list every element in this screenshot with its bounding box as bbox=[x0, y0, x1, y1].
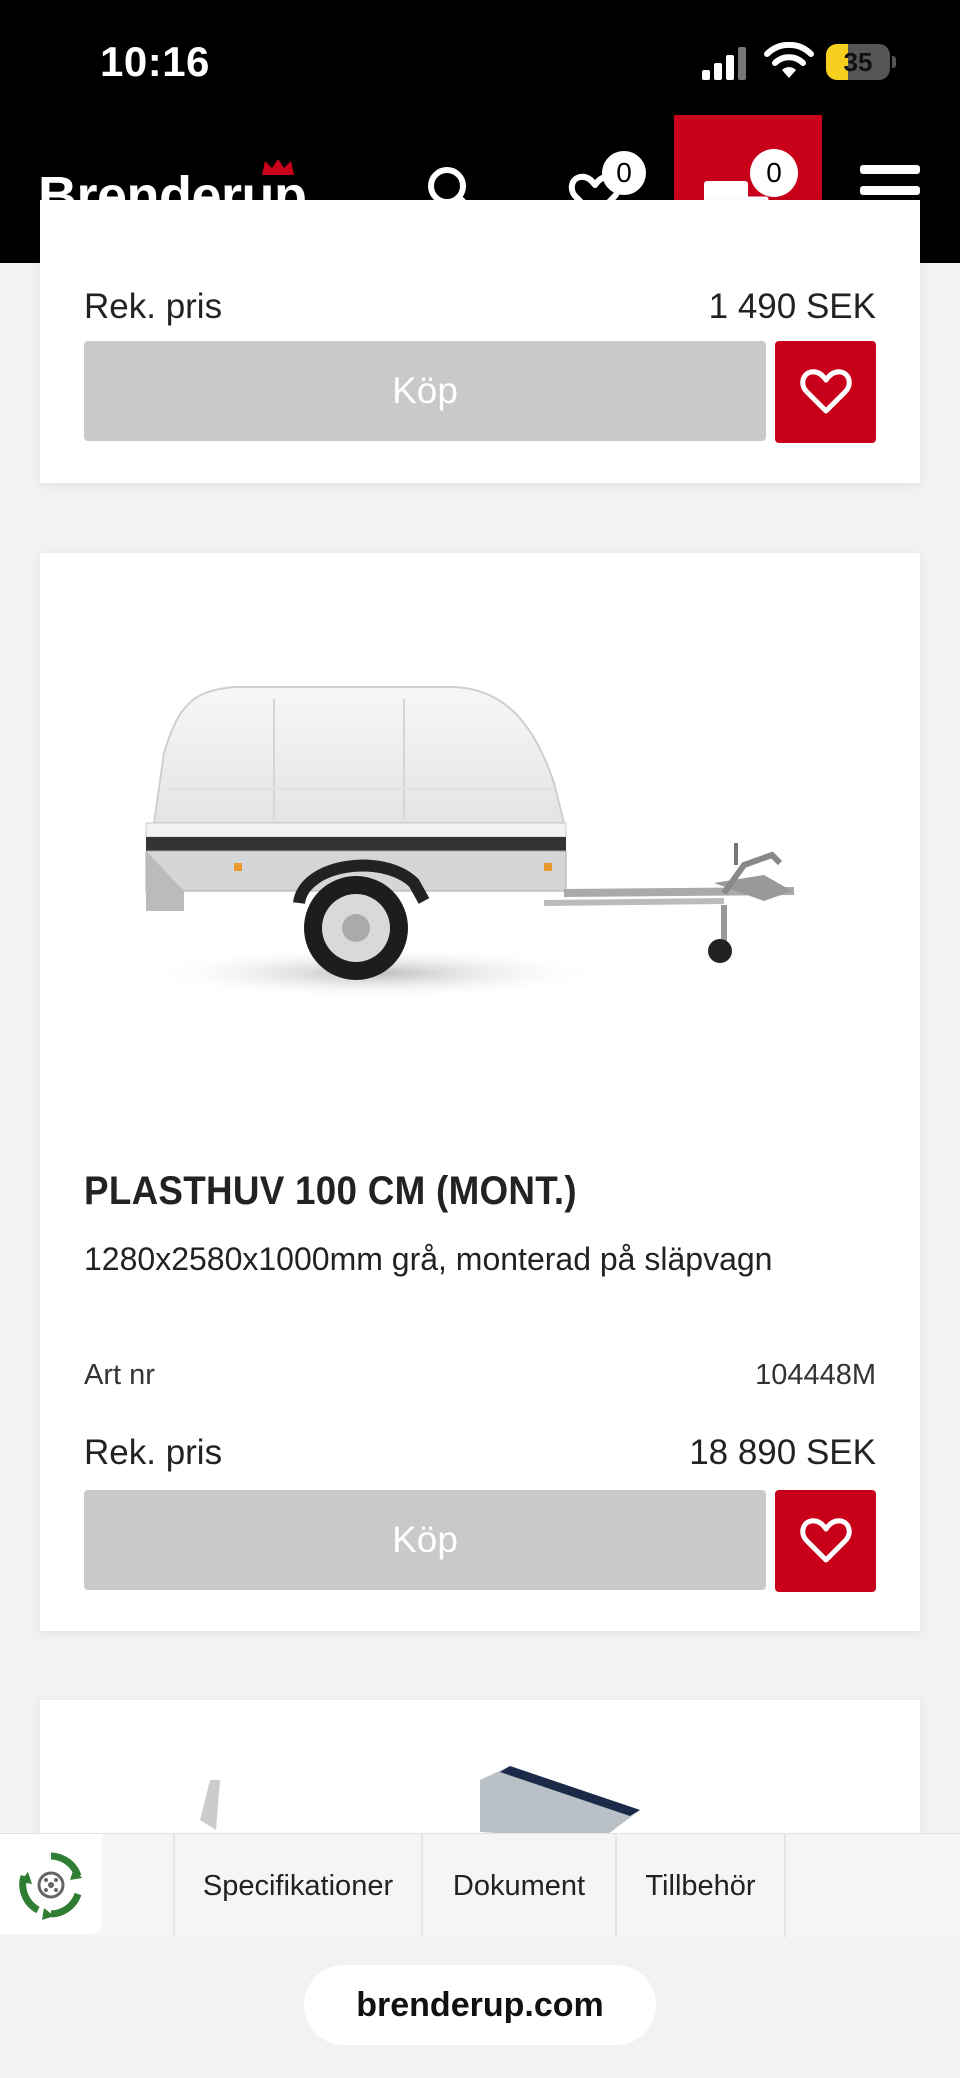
tab-tillbehor[interactable]: Tillbehör bbox=[617, 1834, 784, 1938]
crown-icon bbox=[262, 159, 294, 175]
article-number-row: Art nr 104448M bbox=[84, 1359, 876, 1392]
product-card: PLASTHUV 100 CM (MONT.) 1280x2580x1000mm… bbox=[40, 553, 920, 1631]
buy-button[interactable]: Köp bbox=[84, 1490, 766, 1590]
price-label: Rek. pris bbox=[84, 1433, 223, 1472]
price-value: 1 490 SEK bbox=[708, 287, 876, 326]
price-label: Rek. pris bbox=[84, 287, 223, 326]
product-title[interactable]: PLASTHUV 100 CM (MONT.) bbox=[84, 1169, 577, 1214]
status-bar: 10:16 35 bbox=[0, 0, 960, 115]
wifi-icon bbox=[764, 42, 814, 78]
article-number-label: Art nr bbox=[84, 1359, 155, 1391]
battery-indicator: 35 bbox=[826, 44, 896, 80]
tab-specifikationer[interactable]: Specifikationer bbox=[175, 1834, 421, 1938]
clock: 10:16 bbox=[100, 38, 210, 85]
battery-percent: 35 bbox=[843, 47, 873, 77]
cart-count-badge: 0 bbox=[750, 149, 798, 197]
browser-url-bar: brenderup.com bbox=[0, 1937, 960, 2078]
product-tab-bar: Specifikationer Dokument Tillbehör bbox=[0, 1833, 960, 1938]
add-to-wishlist-button[interactable] bbox=[775, 1490, 876, 1592]
heart-icon bbox=[799, 1518, 852, 1563]
price-row: Rek. pris 1 490 SEK bbox=[84, 287, 876, 327]
price-row: Rek. pris 18 890 SEK bbox=[84, 1433, 876, 1473]
recycle-logo-button[interactable] bbox=[0, 1834, 102, 1934]
product-image[interactable] bbox=[124, 643, 844, 1013]
add-to-wishlist-button[interactable] bbox=[775, 341, 876, 443]
product-card: Rek. pris 1 490 SEK Köp bbox=[40, 200, 920, 483]
price-value: 18 890 SEK bbox=[689, 1433, 876, 1472]
tab-dokument[interactable]: Dokument bbox=[423, 1834, 615, 1938]
buy-button[interactable]: Köp bbox=[84, 341, 766, 441]
heart-icon bbox=[799, 369, 852, 414]
recycle-logo-icon bbox=[19, 1852, 82, 1920]
product-description: 1280x2580x1000mm grå, monterad på släpva… bbox=[84, 1241, 773, 1277]
wishlist-count-badge: 0 bbox=[602, 151, 646, 195]
url-field[interactable]: brenderup.com bbox=[304, 1965, 656, 2045]
article-number-value: 104448M bbox=[755, 1359, 876, 1391]
signal-icon bbox=[702, 47, 746, 80]
